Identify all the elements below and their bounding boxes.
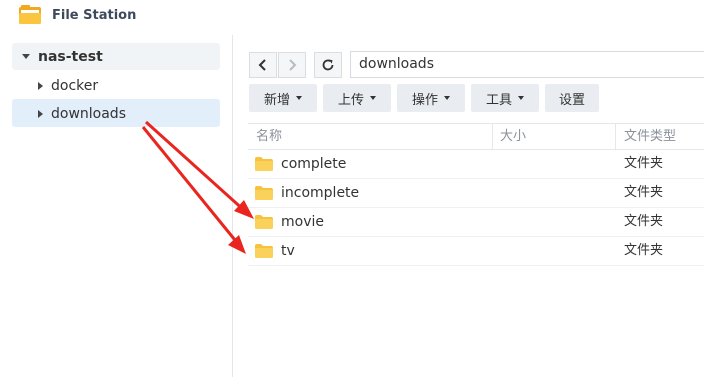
refresh-button[interactable] (314, 52, 342, 78)
chevron-right-icon (289, 59, 297, 71)
create-button[interactable]: 新增 (249, 84, 317, 112)
column-divider[interactable] (492, 124, 493, 149)
dropdown-arrow-icon (296, 96, 302, 100)
column-divider[interactable] (615, 124, 616, 149)
folder-icon (255, 186, 273, 200)
action-button[interactable]: 操作 (397, 84, 465, 112)
forward-button[interactable] (278, 52, 306, 78)
sidebar-item-docker[interactable]: docker (38, 72, 98, 99)
table-row[interactable]: movie 文件夹 (248, 208, 704, 237)
sidebar-item-downloads[interactable]: downloads (38, 100, 126, 127)
file-type: 文件夹 (624, 243, 664, 258)
table-header: 名称 大小 文件类型 (248, 123, 704, 150)
caret-right-icon[interactable] (38, 109, 43, 118)
table-row[interactable]: complete 文件夹 (248, 150, 704, 179)
settings-button-label: 设置 (558, 92, 585, 108)
caret-down-icon[interactable] (22, 54, 30, 59)
path-input[interactable]: downloads (350, 51, 704, 78)
tree-root-row[interactable]: nas-test (22, 43, 103, 70)
dropdown-arrow-icon (370, 96, 376, 100)
upload-button-label: 上传 (337, 92, 364, 108)
column-header-type[interactable]: 文件类型 (624, 124, 676, 149)
create-button-label: 新增 (263, 92, 290, 108)
back-button[interactable] (249, 52, 277, 78)
file-name: movie (281, 214, 324, 230)
file-name: tv (281, 243, 295, 259)
folder-icon (255, 157, 273, 171)
refresh-icon (322, 59, 334, 71)
app-title: File Station (52, 8, 137, 23)
upload-button[interactable]: 上传 (323, 84, 391, 112)
folder-icon (255, 244, 273, 258)
sidebar-item-label: downloads (51, 105, 126, 122)
file-station-icon (19, 5, 41, 24)
file-name: complete (281, 156, 347, 172)
column-header-name[interactable]: 名称 (256, 124, 282, 149)
file-type: 文件夹 (624, 156, 664, 171)
sidebar: nas-test docker downloads (0, 35, 233, 377)
sidebar-item-label: docker (51, 77, 99, 94)
folder-icon (255, 215, 273, 229)
table-row[interactable]: incomplete 文件夹 (248, 179, 704, 208)
tools-button-label: 工具 (485, 92, 512, 108)
chevron-left-icon (258, 59, 266, 71)
caret-right-icon[interactable] (38, 81, 43, 90)
tree-root-label: nas-test (38, 48, 103, 65)
table-row[interactable]: tv 文件夹 (248, 237, 704, 266)
file-name: incomplete (281, 185, 360, 201)
action-button-label: 操作 (411, 92, 438, 108)
dropdown-arrow-icon (518, 96, 524, 100)
file-type: 文件夹 (624, 214, 664, 229)
file-type: 文件夹 (624, 185, 664, 200)
title-bar: File Station (0, 0, 704, 34)
column-header-size[interactable]: 大小 (500, 124, 526, 149)
main-panel: downloads 新增 上传 操作 工具 设置 名称 大小 文件类型 comp… (233, 35, 704, 377)
dropdown-arrow-icon (444, 96, 450, 100)
tools-button[interactable]: 工具 (471, 84, 539, 112)
settings-button[interactable]: 设置 (545, 84, 599, 112)
